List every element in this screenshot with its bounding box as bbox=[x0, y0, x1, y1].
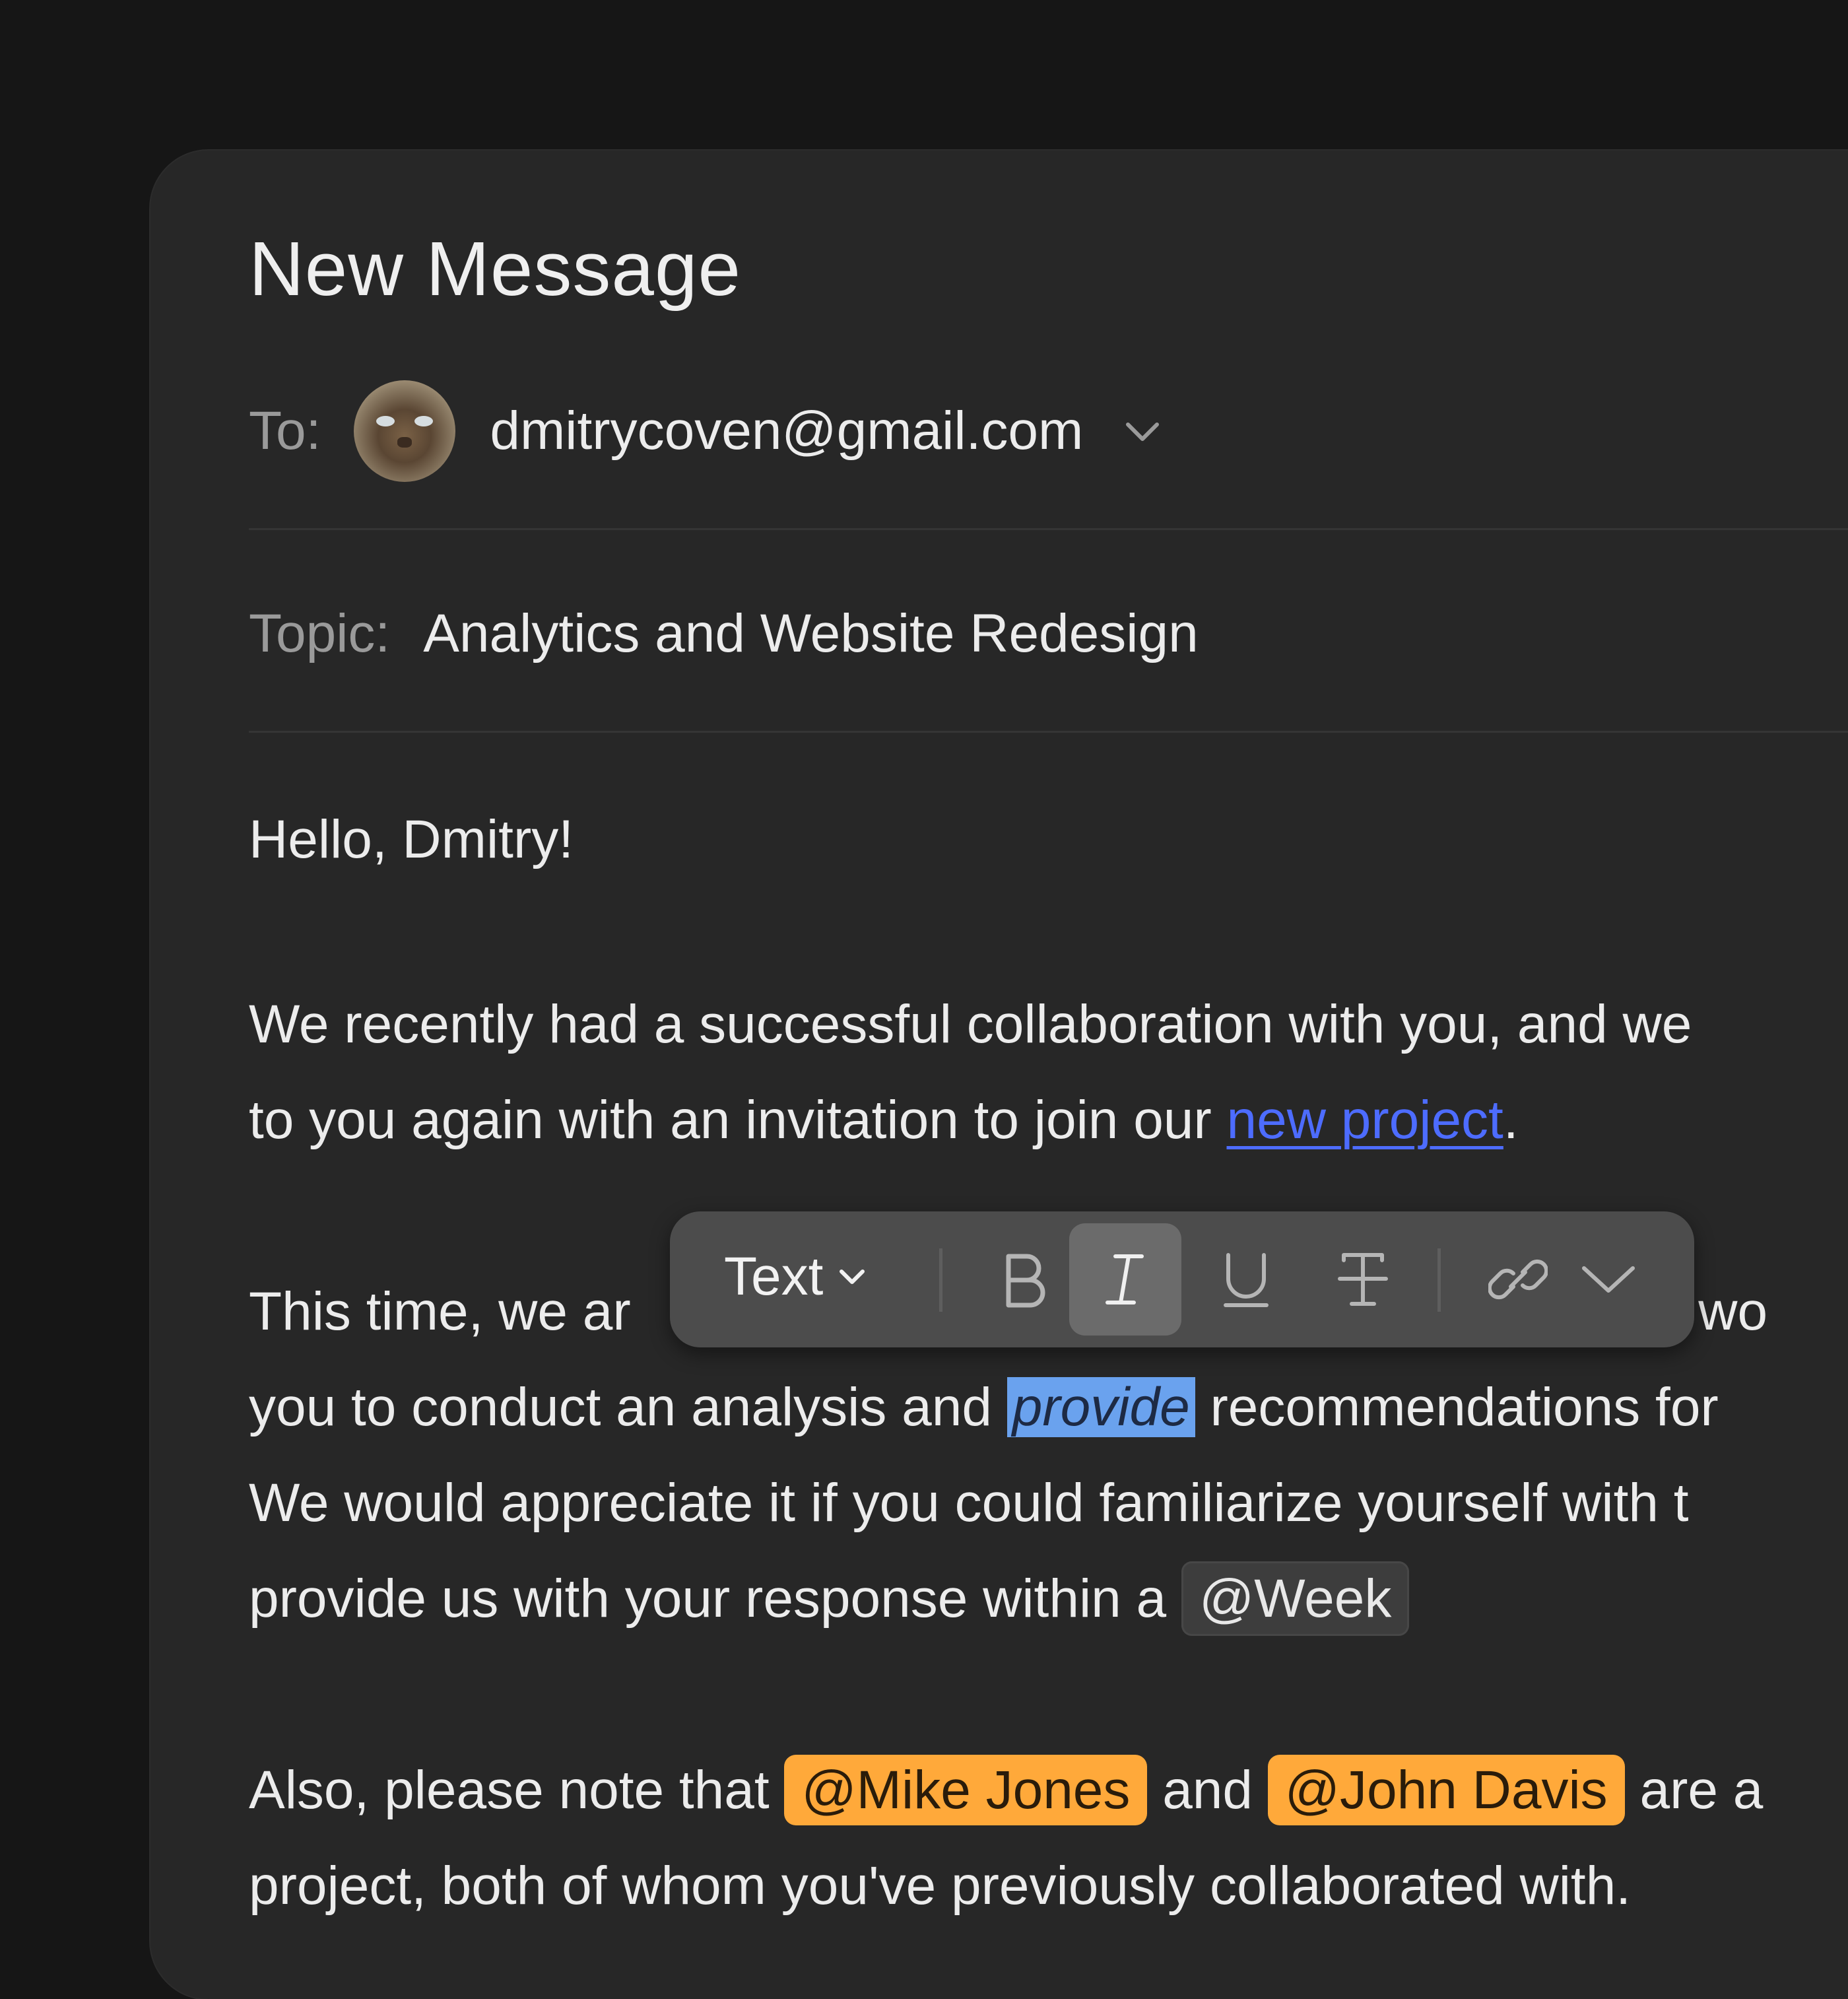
divider bbox=[249, 731, 1848, 733]
text-style-label: Text bbox=[724, 1246, 824, 1306]
body-line[interactable]: project, both of whom you've previously … bbox=[249, 1855, 1631, 1917]
mention-chip[interactable]: @John Davis bbox=[1267, 1755, 1625, 1825]
body-text: provide us with your response within a bbox=[249, 1569, 1181, 1629]
body-line[interactable]: We would appreciate it if you could fami… bbox=[249, 1472, 1689, 1534]
divider bbox=[249, 528, 1848, 530]
more-options-button[interactable] bbox=[1552, 1223, 1665, 1336]
chevron-down-icon bbox=[1582, 1266, 1635, 1293]
text-style-dropdown[interactable]: Text bbox=[724, 1246, 868, 1308]
body-greeting[interactable]: Hello, Dmitry! bbox=[249, 809, 574, 871]
body-line[interactable]: you to conduct an analysis and provide r… bbox=[249, 1376, 1719, 1439]
body-line[interactable]: to you again with an invitation to join … bbox=[249, 1089, 1519, 1151]
underline-icon bbox=[1224, 1253, 1269, 1307]
chevron-down-icon bbox=[840, 1270, 865, 1284]
body-text: This time, we ar bbox=[249, 1281, 631, 1341]
topic-input[interactable]: Analytics and Website Redesign bbox=[423, 603, 1198, 665]
date-chip[interactable]: @Week bbox=[1181, 1561, 1410, 1636]
body-line[interactable]: Also, please note that @Mike Jones and @… bbox=[249, 1755, 1764, 1825]
toolbar-divider bbox=[1437, 1248, 1441, 1312]
body-text: are a bbox=[1624, 1760, 1764, 1820]
body-text: Also, please note that bbox=[249, 1760, 785, 1820]
body-line[interactable]: provide us with your response within a @… bbox=[249, 1561, 1410, 1636]
strikethrough-button[interactable] bbox=[1307, 1223, 1419, 1336]
body-text: . bbox=[1503, 1090, 1519, 1150]
to-field[interactable]: To: dmitrycoven@gmail.com bbox=[249, 378, 1164, 484]
recipient-email[interactable]: dmitrycoven@gmail.com bbox=[490, 400, 1083, 462]
italic-button[interactable] bbox=[1069, 1223, 1181, 1336]
toolbar-divider bbox=[939, 1248, 942, 1312]
project-link[interactable]: new project bbox=[1227, 1090, 1503, 1150]
body-text: you to conduct an analysis and bbox=[249, 1377, 1007, 1437]
topic-label: Topic: bbox=[249, 603, 391, 663]
underline-button[interactable] bbox=[1190, 1223, 1302, 1336]
topic-field[interactable]: Topic: Analytics and Website Redesign bbox=[249, 581, 1199, 687]
link-icon bbox=[1488, 1259, 1548, 1300]
chevron-down-icon[interactable] bbox=[1121, 410, 1164, 452]
selected-text[interactable]: provide bbox=[1006, 1377, 1195, 1437]
to-label: To: bbox=[249, 401, 321, 461]
bold-button[interactable] bbox=[968, 1223, 1080, 1336]
body-text: recommendations for bbox=[1195, 1377, 1719, 1437]
avatar bbox=[354, 380, 456, 482]
bold-icon bbox=[1006, 1254, 1045, 1308]
format-toolbar: Text bbox=[670, 1211, 1694, 1347]
strikethrough-icon bbox=[1338, 1253, 1388, 1306]
window-title: New Message bbox=[249, 226, 741, 312]
body-text: and bbox=[1147, 1760, 1268, 1820]
mention-chip[interactable]: @Mike Jones bbox=[784, 1755, 1148, 1825]
body-line[interactable]: We recently had a successful collaborati… bbox=[249, 994, 1692, 1056]
body-text: to you again with an invitation to join … bbox=[249, 1090, 1227, 1150]
italic-icon bbox=[1106, 1254, 1144, 1304]
